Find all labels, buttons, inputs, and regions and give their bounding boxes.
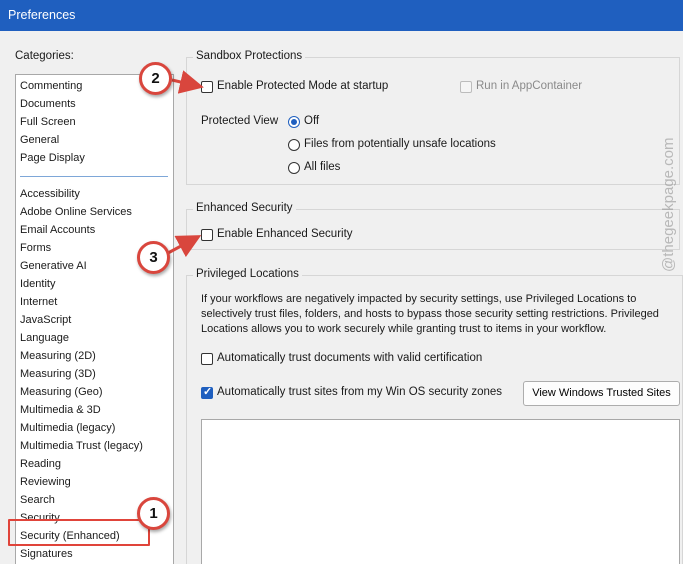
- annotation-arrows: [167, 70, 204, 258]
- svg-text:@thegeekpage.com: @thegeekpage.com: [660, 138, 677, 272]
- watermark: @thegeekpage.com: [660, 138, 677, 272]
- callout-step-1: 1: [137, 497, 170, 530]
- arrow-to-protected-mode: [171, 70, 204, 94]
- arrow-to-enhanced-security: [167, 235, 202, 258]
- callout-step-2: 2: [139, 62, 172, 95]
- callout-step-3: 3: [137, 241, 170, 274]
